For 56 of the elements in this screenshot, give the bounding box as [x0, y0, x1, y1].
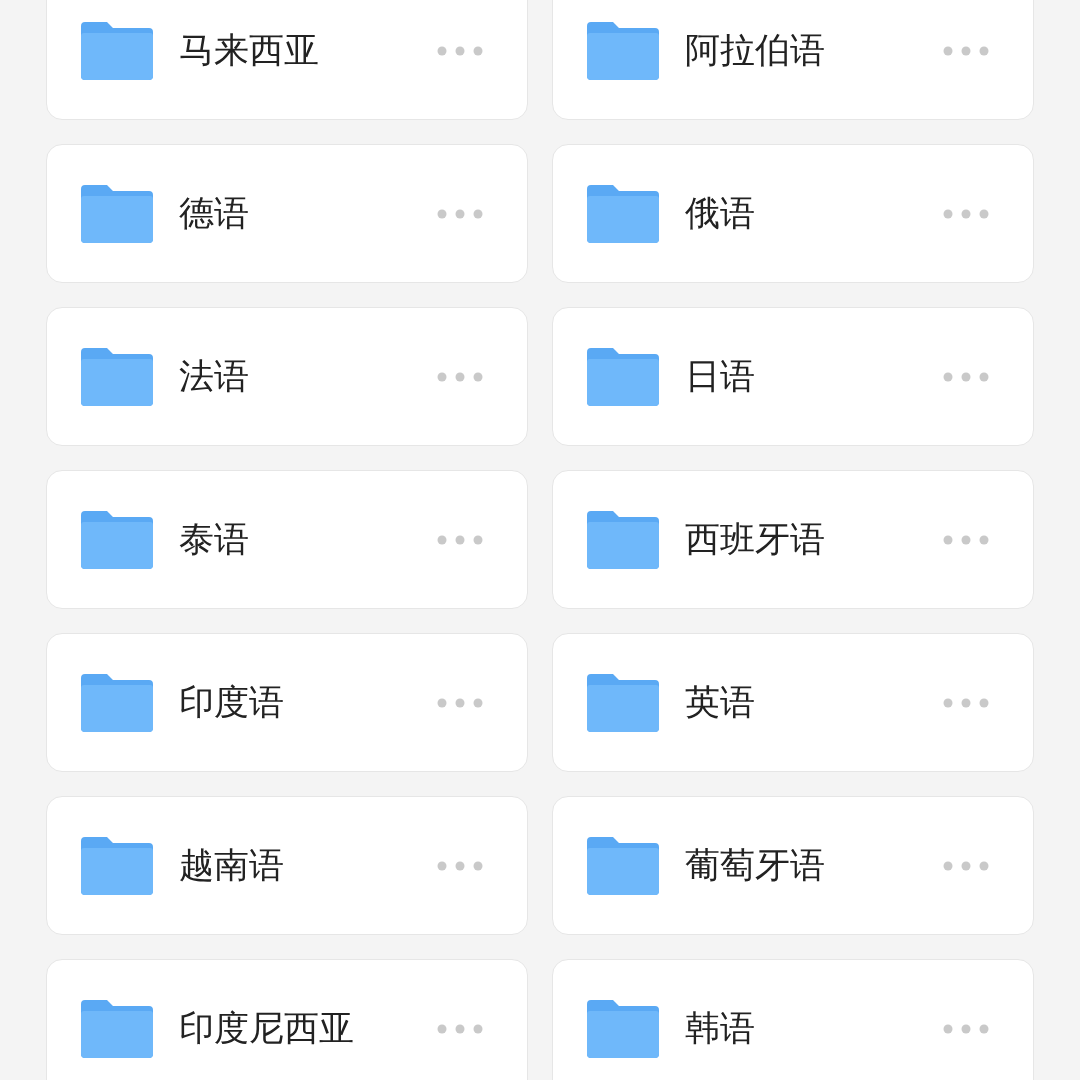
more-icon[interactable] [943, 1023, 989, 1034]
folder-card[interactable]: 韩语 [552, 959, 1034, 1080]
folder-icon [587, 673, 659, 732]
folder-card[interactable]: 阿拉伯语 [552, 0, 1034, 120]
more-icon[interactable] [437, 45, 483, 56]
folder-icon [81, 999, 153, 1058]
folder-name: 韩语 [685, 1007, 756, 1050]
folder-card[interactable]: 印度尼西亚 [46, 959, 528, 1080]
more-icon[interactable] [437, 534, 483, 545]
folder-icon [81, 673, 153, 732]
folder-name: 泰语 [179, 518, 250, 561]
folder-name: 马来西亚 [179, 29, 320, 72]
folder-card[interactable]: 马来西亚 [46, 0, 528, 120]
folder-name: 葡萄牙语 [685, 844, 826, 887]
folder-icon [81, 510, 153, 569]
folder-icon [81, 21, 153, 80]
folder-name: 印度语 [179, 681, 285, 724]
folder-icon [81, 347, 153, 406]
more-icon[interactable] [437, 1023, 483, 1034]
folder-icon [587, 510, 659, 569]
folder-icon [587, 184, 659, 243]
folder-card[interactable]: 法语 [46, 307, 528, 446]
folder-name: 印度尼西亚 [179, 1007, 355, 1050]
more-icon[interactable] [437, 697, 483, 708]
folder-card[interactable]: 葡萄牙语 [552, 796, 1034, 935]
folder-icon [81, 184, 153, 243]
more-icon[interactable] [437, 208, 483, 219]
folder-icon [81, 836, 153, 895]
more-icon[interactable] [437, 860, 483, 871]
folder-name: 俄语 [685, 192, 756, 235]
folder-name: 日语 [685, 355, 756, 398]
folder-icon [587, 999, 659, 1058]
folder-card[interactable]: 日语 [552, 307, 1034, 446]
folder-card[interactable]: 越南语 [46, 796, 528, 935]
folder-card[interactable]: 西班牙语 [552, 470, 1034, 609]
folder-name: 英语 [685, 681, 756, 724]
more-icon[interactable] [943, 371, 989, 382]
folder-name: 阿拉伯语 [685, 29, 826, 72]
folder-name: 西班牙语 [685, 518, 826, 561]
more-icon[interactable] [437, 371, 483, 382]
folder-card[interactable]: 印度语 [46, 633, 528, 772]
folder-card[interactable]: 英语 [552, 633, 1034, 772]
folder-icon [587, 836, 659, 895]
folder-card[interactable]: 泰语 [46, 470, 528, 609]
more-icon[interactable] [943, 208, 989, 219]
folder-name: 越南语 [179, 844, 285, 887]
folder-card[interactable]: 俄语 [552, 144, 1034, 283]
more-icon[interactable] [943, 534, 989, 545]
more-icon[interactable] [943, 45, 989, 56]
folder-name: 法语 [179, 355, 250, 398]
folder-icon [587, 347, 659, 406]
more-icon[interactable] [943, 697, 989, 708]
folder-name: 德语 [179, 192, 250, 235]
folder-icon [587, 21, 659, 80]
folder-card[interactable]: 德语 [46, 144, 528, 283]
more-icon[interactable] [943, 860, 989, 871]
